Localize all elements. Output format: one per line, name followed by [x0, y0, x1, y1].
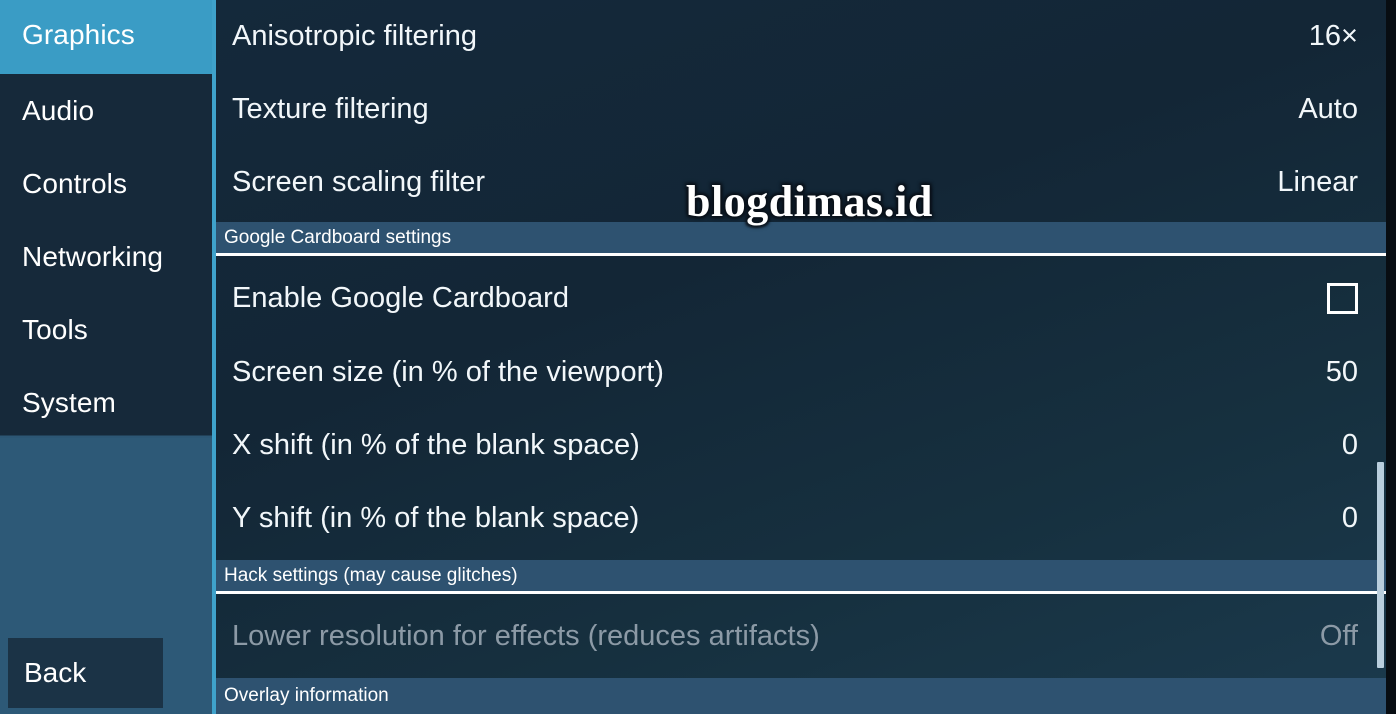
row-value: 0: [1341, 429, 1358, 461]
sidebar-item-system[interactable]: System: [0, 366, 212, 439]
sidebar-item-label: Graphics: [22, 19, 135, 50]
settings-row-list: Anisotropic filtering 16× Texture filter…: [212, 0, 1396, 714]
row-label: Texture filtering: [232, 93, 429, 125]
sidebar-item-graphics[interactable]: Graphics: [0, 0, 212, 74]
row-y-shift[interactable]: Y shift (in % of the blank space) 0: [216, 482, 1386, 555]
row-label: Screen size (in % of the viewport): [232, 356, 664, 388]
watermark-text: blogdimas.id: [686, 177, 933, 226]
section-header-label: Hack settings (may cause glitches): [224, 564, 518, 586]
section-header-label: Google Cardboard settings: [224, 226, 452, 248]
sidebar-item-label: Tools: [22, 314, 88, 345]
row-label: X shift (in % of the blank space): [232, 429, 640, 461]
watermark: blogdimas.id: [686, 176, 933, 227]
sidebar-item-list: Graphics Audio Controls Networking Tools…: [0, 0, 212, 439]
sidebar: Graphics Audio Controls Networking Tools…: [0, 0, 212, 714]
row-lower-resolution-for-effects: Lower resolution for effects (reduces ar…: [216, 601, 1386, 671]
row-value: Linear: [1277, 166, 1358, 198]
scrollbar-thumb[interactable]: [1377, 462, 1384, 668]
sidebar-item-label: System: [22, 387, 116, 418]
row-value: Auto: [1298, 93, 1358, 125]
row-enable-google-cardboard[interactable]: Enable Google Cardboard: [216, 262, 1386, 334]
sidebar-item-label: Networking: [22, 241, 164, 272]
row-value: 50: [1325, 356, 1358, 388]
content-accent-stripe: [212, 0, 216, 714]
row-value: 16×: [1308, 20, 1358, 52]
row-anisotropic-filtering[interactable]: Anisotropic filtering 16×: [216, 0, 1386, 73]
sidebar-item-networking[interactable]: Networking: [0, 220, 212, 293]
row-label: Y shift (in % of the blank space): [232, 502, 640, 534]
enable-google-cardboard-checkbox[interactable]: [1327, 282, 1358, 314]
right-edge-strip: [1386, 0, 1396, 714]
row-label: Enable Google Cardboard: [232, 281, 569, 314]
section-header-hack-settings: Hack settings (may cause glitches): [216, 560, 1386, 594]
row-label: Anisotropic filtering: [232, 20, 477, 52]
row-texture-filtering[interactable]: Texture filtering Auto: [216, 73, 1386, 146]
row-value: Off: [1319, 619, 1358, 652]
back-button-label: Back: [24, 657, 87, 688]
sidebar-item-label: Audio: [22, 95, 95, 126]
row-screen-size[interactable]: Screen size (in % of the viewport) 50: [216, 336, 1386, 409]
row-x-shift[interactable]: X shift (in % of the blank space) 0: [216, 409, 1386, 482]
sidebar-item-controls[interactable]: Controls: [0, 147, 212, 220]
sidebar-item-label: Controls: [22, 168, 128, 199]
section-header-label: Overlay information: [224, 685, 389, 706]
back-button[interactable]: Back: [8, 638, 163, 708]
sidebar-item-audio[interactable]: Audio: [0, 74, 212, 147]
settings-content: Anisotropic filtering 16× Texture filter…: [212, 0, 1396, 714]
row-value: 0: [1341, 502, 1358, 534]
row-label: Lower resolution for effects (reduces ar…: [232, 619, 820, 652]
section-header-google-cardboard: Google Cardboard settings: [216, 222, 1386, 256]
section-header-overlay-information: Overlay information: [216, 678, 1386, 714]
settings-screen: Graphics Audio Controls Networking Tools…: [0, 0, 1396, 714]
sidebar-item-tools[interactable]: Tools: [0, 293, 212, 366]
